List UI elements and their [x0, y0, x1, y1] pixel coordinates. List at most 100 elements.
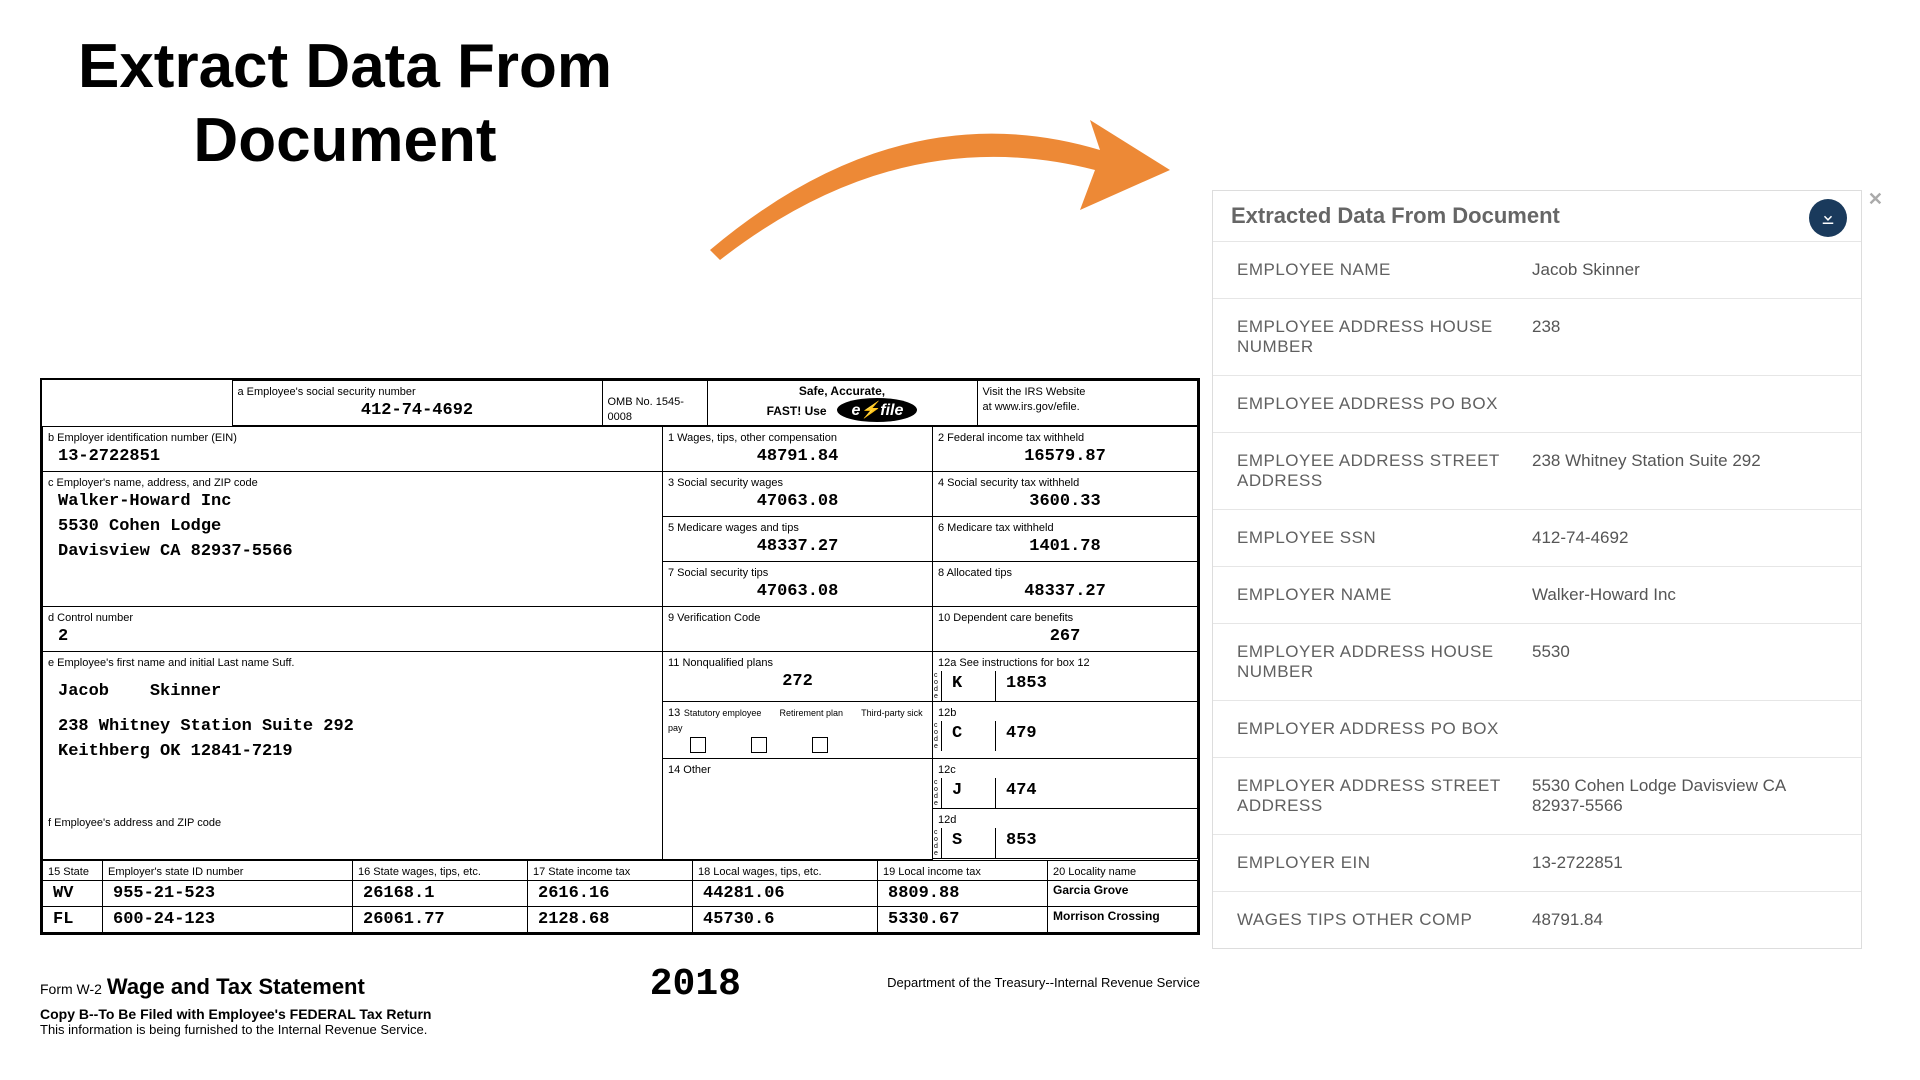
- extracted-row: EMPLOYER NAMEWalker-Howard Inc: [1213, 566, 1861, 623]
- employer-addr1: 5530 Cohen Lodge: [48, 514, 657, 539]
- state-row-1: WV 955-21-523 26168.1 2616.16 44281.06 8…: [43, 880, 1198, 906]
- box10-value: 267: [938, 624, 1192, 649]
- extracted-value: 48791.84: [1532, 910, 1837, 930]
- title-line2: Document: [193, 106, 496, 175]
- omb-label: OMB No. 1545-0008: [608, 396, 684, 423]
- retirement-checkbox[interactable]: [751, 737, 767, 753]
- statutory-checkbox[interactable]: [690, 737, 706, 753]
- extracted-value: [1532, 394, 1837, 414]
- employee-addr1: 238 Whitney Station Suite 292: [48, 714, 657, 739]
- extracted-row: WAGES TIPS OTHER COMP48791.84: [1213, 891, 1861, 948]
- box8-value: 48337.27: [938, 579, 1192, 604]
- col16-label: 16 State wages, tips, etc.: [358, 866, 481, 878]
- employee-first: Jacob: [58, 682, 109, 701]
- box1-label: 1 Wages, tips, other compensation: [668, 432, 837, 444]
- r2-state: FL: [43, 906, 103, 932]
- extracted-value: Walker-Howard Inc: [1532, 585, 1837, 605]
- extracted-label: EMPLOYER NAME: [1237, 585, 1532, 605]
- r1-wages: 26168.1: [353, 880, 528, 906]
- w2-footer: Form W-2 Wage and Tax Statement 2018 Dep…: [40, 963, 1200, 1037]
- col20-label: 20 Locality name: [1053, 866, 1136, 878]
- r2-id: 600-24-123: [103, 906, 353, 932]
- box14-label: 14 Other: [668, 764, 711, 776]
- box12b-value: 479: [996, 721, 1047, 751]
- box8-label: 8 Allocated tips: [938, 567, 1012, 579]
- form-name: Wage and Tax Statement: [106, 974, 366, 1000]
- col15-label: 15 State: [48, 866, 89, 878]
- efile-icon: e⚡file: [837, 398, 917, 422]
- box-a-label: a Employee's social security number: [238, 386, 416, 398]
- box12c-label: 12c: [938, 764, 956, 776]
- tax-year: 2018: [650, 963, 741, 1006]
- extracted-label: EMPLOYEE ADDRESS STREET ADDRESS: [1237, 451, 1532, 491]
- box12c-value: 474: [996, 778, 1047, 808]
- extracted-label: EMPLOYER ADDRESS PO BOX: [1237, 719, 1532, 739]
- extracted-label: EMPLOYEE NAME: [1237, 260, 1532, 280]
- download-icon: [1819, 209, 1837, 227]
- page-title: Extract Data From Document: [20, 30, 670, 179]
- extracted-label: EMPLOYEE ADDRESS HOUSE NUMBER: [1237, 317, 1532, 357]
- extracted-row: EMPLOYEE ADDRESS STREET ADDRESS238 Whitn…: [1213, 432, 1861, 509]
- state-row-2: FL 600-24-123 26061.77 2128.68 45730.6 5…: [43, 906, 1198, 932]
- box11-label: 11 Nonqualified plans: [668, 657, 773, 669]
- box12b-label: 12b: [938, 707, 956, 719]
- extracted-value: [1532, 719, 1837, 739]
- box2-value: 16579.87: [938, 444, 1192, 469]
- box10-label: 10 Dependent care benefits: [938, 612, 1073, 624]
- extracted-row: EMPLOYER ADDRESS HOUSE NUMBER5530: [1213, 623, 1861, 700]
- box12d-label: 12d: [938, 814, 956, 826]
- extracted-row: EMPLOYER EIN13-2722851: [1213, 834, 1861, 891]
- box7-label: 7 Social security tips: [668, 567, 768, 579]
- employee-addr2: Keithberg OK 12841-7219: [48, 739, 657, 764]
- box-c-label: c Employer's name, address, and ZIP code: [48, 477, 258, 489]
- r1-tax: 2616.16: [528, 880, 693, 906]
- box12a-value: 1853: [996, 671, 1057, 701]
- box12d-value: 853: [996, 828, 1047, 858]
- employer-name: Walker-Howard Inc: [48, 489, 657, 514]
- download-button[interactable]: [1809, 199, 1847, 237]
- box1-value: 48791.84: [668, 444, 927, 469]
- col15b-label: Employer's state ID number: [108, 866, 243, 878]
- form-label: Form W-2: [40, 981, 102, 997]
- close-icon[interactable]: ✕: [1868, 189, 1883, 210]
- safe-text: Safe, Accurate,: [799, 384, 885, 398]
- box6-value: 1401.78: [938, 534, 1192, 559]
- extracted-value: 238: [1532, 317, 1837, 357]
- box-e-label: e Employee's first name and initial Last…: [48, 657, 294, 669]
- r1-locality: Garcia Grove: [1048, 880, 1198, 906]
- thirdparty-checkbox[interactable]: [812, 737, 828, 753]
- ssn-value: 412-74-4692: [238, 398, 597, 423]
- extracted-row: EMPLOYEE ADDRESS HOUSE NUMBER238: [1213, 298, 1861, 375]
- box13b-label: Retirement plan: [779, 708, 843, 718]
- box5-label: 5 Medicare wages and tips: [668, 522, 799, 534]
- title-line1: Extract Data From: [78, 32, 612, 101]
- r1-localwages: 44281.06: [693, 880, 878, 906]
- extracted-label: EMPLOYER EIN: [1237, 853, 1532, 873]
- visit-url: at www.irs.gov/efile.: [983, 401, 1080, 413]
- box13a-label: Statutory employee: [684, 708, 762, 718]
- box4-label: 4 Social security tax withheld: [938, 477, 1079, 489]
- extracted-value: 5530: [1532, 642, 1837, 682]
- extracted-value: 412-74-4692: [1532, 528, 1837, 548]
- box-d-label: d Control number: [48, 612, 133, 624]
- r1-id: 955-21-523: [103, 880, 353, 906]
- extracted-row: EMPLOYEE NAMEJacob Skinner: [1213, 241, 1861, 298]
- box12c-code: J: [941, 778, 996, 808]
- col17-label: 17 State income tax: [533, 866, 630, 878]
- dept-text: Department of the Treasury--Internal Rev…: [887, 975, 1200, 990]
- box-b-label: b Employer identification number (EIN): [48, 432, 237, 444]
- furnish-text: This information is being furnished to t…: [40, 1022, 1200, 1037]
- box12d-code: S: [941, 828, 996, 858]
- visit-text: Visit the IRS Website: [983, 386, 1086, 398]
- box6-label: 6 Medicare tax withheld: [938, 522, 1054, 534]
- r1-localtax: 8809.88: [878, 880, 1048, 906]
- extracted-row: EMPLOYER ADDRESS PO BOX: [1213, 700, 1861, 757]
- box12a-code: K: [941, 671, 996, 701]
- box7-value: 47063.08: [668, 579, 927, 604]
- arrow-icon: [700, 70, 1180, 270]
- box3-value: 47063.08: [668, 489, 927, 514]
- extracted-label: EMPLOYEE ADDRESS PO BOX: [1237, 394, 1532, 414]
- copyb-text: Copy B--To Be Filed with Employee's FEDE…: [40, 1006, 1200, 1022]
- col18-label: 18 Local wages, tips, etc.: [698, 866, 822, 878]
- extracted-value: 13-2722851: [1532, 853, 1837, 873]
